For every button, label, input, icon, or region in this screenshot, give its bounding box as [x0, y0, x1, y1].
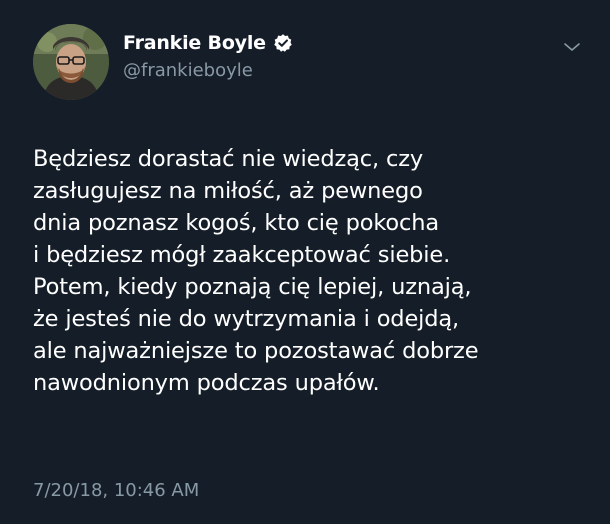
author-names: Frankie Boyle @frankieboyle [123, 30, 293, 81]
tweet-text-line: że jesteś nie do wytrzymania i odejdą, [33, 306, 460, 332]
display-name[interactable]: Frankie Boyle [123, 32, 266, 54]
display-name-row: Frankie Boyle [123, 30, 293, 56]
tweet-text-line: i będziesz mógł zaakceptować siebie. [33, 242, 451, 268]
chevron-down-icon[interactable] [563, 38, 581, 51]
tweet-header: Frankie Boyle @frankieboyle [33, 24, 593, 104]
tweet-text-line: dnia poznasz kogoś, kto cię pokocha [33, 210, 439, 236]
tweet-timestamp[interactable]: 7/20/18, 10:46 AM [33, 480, 199, 501]
verified-badge-icon [273, 33, 293, 53]
tweet-text-line: nawodnionym podczas upałów. [33, 370, 380, 396]
avatar-photo [33, 24, 109, 100]
tweet-text-line: Potem, kiedy poznają cię lepiej, uznają, [33, 274, 472, 300]
tweet-card: Frankie Boyle @frankieboyle Będziesz dor… [0, 0, 610, 524]
avatar[interactable] [33, 24, 109, 100]
author-handle[interactable]: @frankieboyle [123, 60, 293, 81]
tweet-text-line: ale najważniejsze to pozostawać dobrze [33, 338, 479, 364]
tweet-text: Będziesz dorastać nie wiedząc, czy zasłu… [33, 143, 593, 399]
tweet-text-line: Będziesz dorastać nie wiedząc, czy [33, 146, 424, 172]
tweet-text-line: zasługujesz na miłość, aż pewnego [33, 178, 423, 204]
